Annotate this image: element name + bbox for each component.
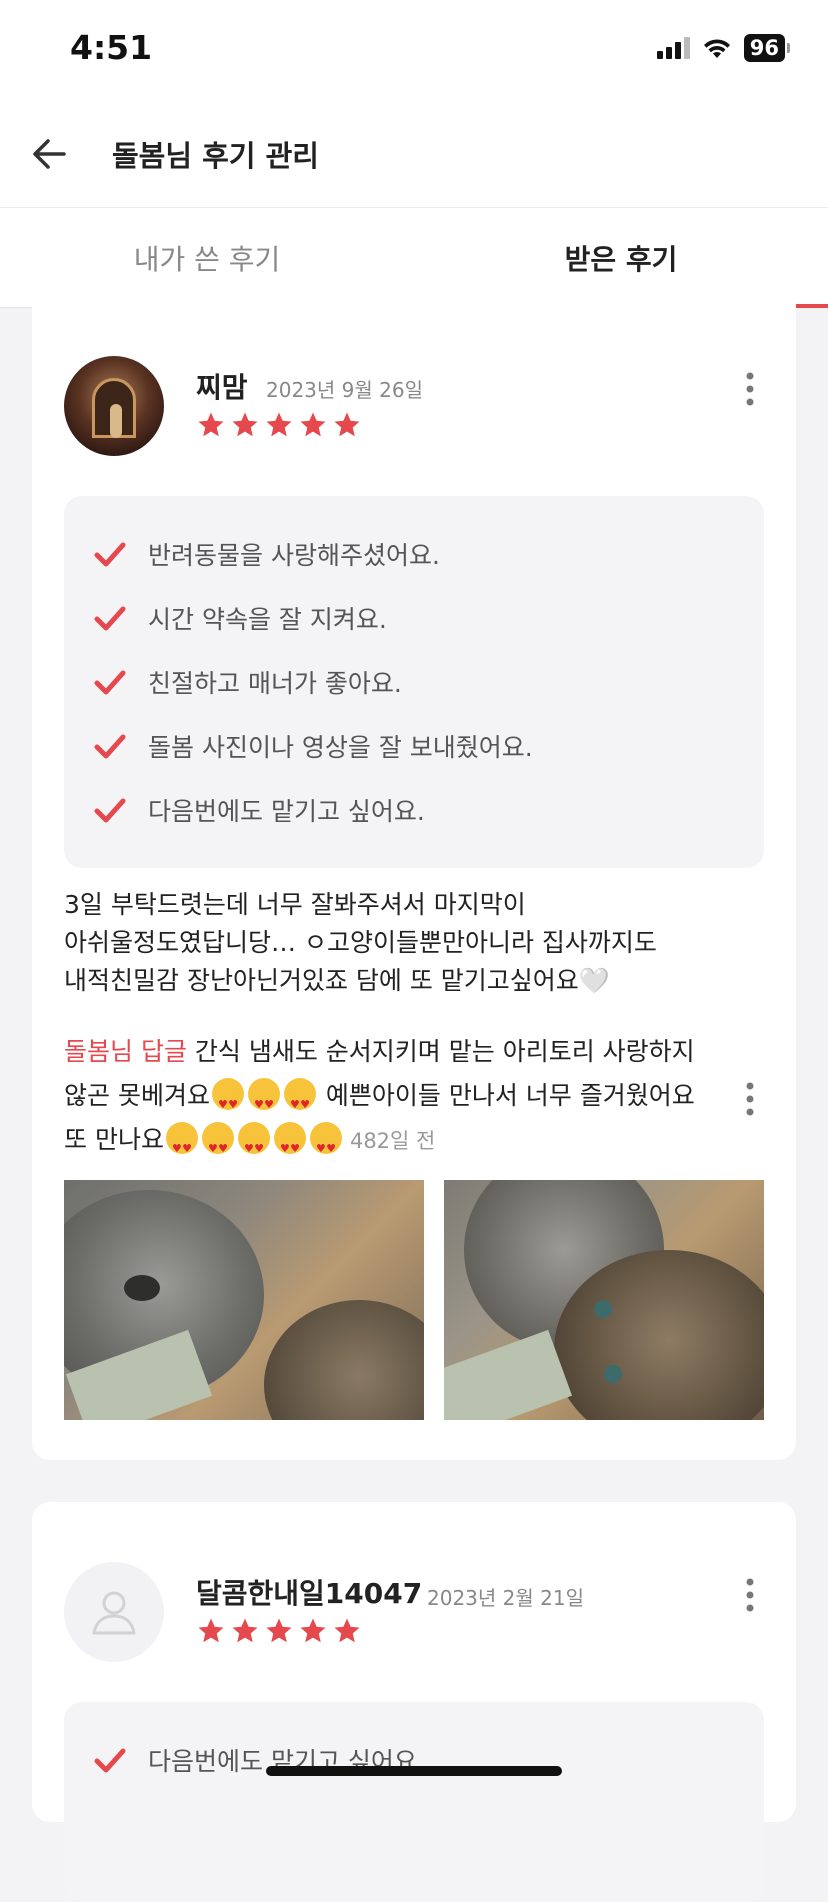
- check-icon: [94, 670, 126, 695]
- check-icon: [94, 798, 126, 823]
- checklist-label: 친절하고 매너가 좋아요.: [148, 669, 402, 698]
- heart-eyes-emoji: [211, 1078, 244, 1127]
- status-bar: 4:51 96: [0, 0, 828, 100]
- star-icon: [198, 412, 224, 437]
- arrow-left-icon[interactable]: [28, 132, 72, 176]
- avatar: [64, 1562, 164, 1662]
- checklist-label: 다음번에도 맡기고 싶어요.: [148, 797, 425, 826]
- star-rating: [196, 410, 362, 440]
- review-date: 2023년 9월 26일: [266, 378, 423, 402]
- checklist-item: 시간 약속을 잘 지켜요.: [94, 586, 734, 650]
- heart-eyes-emoji: [165, 1122, 198, 1171]
- status-icons: 96: [656, 34, 790, 62]
- heart-eyes-emoji: [201, 1122, 234, 1171]
- more-vertical-icon[interactable]: [744, 1082, 756, 1116]
- caregiver-reply: 돌봄님 답글 간식 냄새도 순서지키며 맡는 아리토리 사랑하지않곤 못베겨요 …: [64, 1030, 714, 1171]
- review-checklist: 반려동물을 사랑해주셨어요. 시간 약속을 잘 지켜요. 친절하고 매너가 좋아…: [64, 496, 764, 868]
- more-vertical-icon[interactable]: [744, 372, 756, 406]
- review-text: 3일 부탁드렷는데 너무 잘봐주셔서 마지막이 아쉬울정도였답니당… ㅇ고양이들…: [64, 890, 657, 995]
- star-icon: [300, 1618, 326, 1643]
- wifi-icon: [703, 39, 730, 58]
- user-placeholder-icon: [92, 1591, 136, 1635]
- star-icon: [198, 1618, 224, 1643]
- app-header: 돌봄님 후기 관리: [0, 100, 828, 208]
- star-icon: [334, 1618, 360, 1643]
- heart-eyes-emoji: [309, 1122, 342, 1171]
- star-icon: [300, 412, 326, 437]
- star-rating: [196, 1616, 362, 1646]
- page-title: 돌봄님 후기 관리: [112, 139, 319, 173]
- heart-eyes-emoji: [273, 1122, 306, 1171]
- star-icon: [266, 412, 292, 437]
- star-icon: [266, 1618, 292, 1643]
- check-icon: [94, 606, 126, 631]
- review-card: 찌맘 2023년 9월 26일 반려동물을 사랑해주셨어요. 시간 약속을 잘 …: [32, 300, 796, 1460]
- star-icon: [334, 412, 360, 437]
- checklist-item: 돌봄 사진이나 영상을 잘 보내줬어요.: [94, 714, 734, 778]
- reviewer-name: 달콤한내일14047: [196, 1577, 423, 1610]
- home-indicator: [266, 1766, 562, 1776]
- heart-eyes-emoji: [247, 1078, 280, 1127]
- cellular-signal-icon: [656, 37, 690, 59]
- reviewer-name: 찌맘: [196, 371, 248, 404]
- heart-eyes-emoji: [237, 1122, 270, 1171]
- checklist-item: 다음번에도 맡기고 싶어요.: [94, 1728, 734, 1792]
- star-icon: [232, 1618, 258, 1643]
- star-icon: [232, 412, 258, 437]
- checklist-item: 반려동물을 사랑해주셨어요.: [94, 522, 734, 586]
- checklist-item: 친절하고 매너가 좋아요.: [94, 650, 734, 714]
- battery-level: 96: [743, 34, 785, 62]
- check-icon: [94, 542, 126, 567]
- checklist-label: 시간 약속을 잘 지켜요.: [148, 605, 387, 634]
- tab-received-reviews[interactable]: 받은 후기: [414, 208, 828, 308]
- status-time: 4:51: [70, 28, 153, 67]
- heart-eyes-emoji: [283, 1078, 316, 1127]
- more-vertical-icon[interactable]: [744, 1578, 756, 1612]
- check-icon: [94, 734, 126, 759]
- review-date: 2023년 2월 21일: [427, 1586, 584, 1610]
- tab-written-reviews[interactable]: 내가 쓴 후기: [0, 208, 414, 307]
- reply-label: 돌봄님 답글: [64, 1037, 187, 1066]
- avatar: [64, 356, 164, 456]
- review-checklist: 다음번에도 맡기고 싶어요.: [64, 1702, 764, 1902]
- review-photo[interactable]: [64, 1180, 424, 1420]
- checklist-item: 다음번에도 맡기고 싶어요.: [94, 778, 734, 842]
- checklist-label: 반려동물을 사랑해주셨어요.: [148, 541, 440, 570]
- reply-time-ago: 482일 전: [349, 1129, 436, 1153]
- check-icon: [94, 1748, 126, 1773]
- review-photo[interactable]: [444, 1180, 764, 1420]
- battery-icon: 96: [743, 34, 790, 62]
- review-tabs: 내가 쓴 후기 받은 후기: [0, 208, 828, 308]
- checklist-label: 돌봄 사진이나 영상을 잘 보내줬어요.: [148, 733, 533, 762]
